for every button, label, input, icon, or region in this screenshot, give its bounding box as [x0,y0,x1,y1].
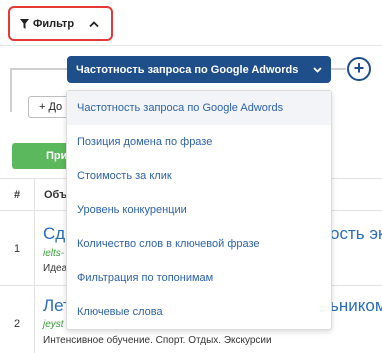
dropdown-option[interactable]: Частотность запроса по Google Adwords [67,91,331,125]
dropdown-option[interactable]: Уровень конкуренции [67,193,331,227]
column-header-object: Объ [44,189,68,201]
condition-select-value: Частотность запроса по Google Adwords [76,63,299,76]
chevron-down-icon [313,66,322,73]
builder-connector [10,68,70,70]
chevron-up-icon [89,20,99,27]
filter-button-content: Фильтр [20,18,74,30]
filter-toggle-button[interactable]: Фильтр [8,6,113,41]
add-condition-button[interactable]: + [347,57,371,81]
dropdown-option[interactable]: Позиция домена по фразе [67,125,331,159]
builder-connector [330,68,346,70]
row-number: 2 [14,318,21,330]
table-column-divider [34,179,35,353]
condition-dropdown-menu: Частотность запроса по Google Adwords По… [66,90,332,330]
column-header-number: # [14,189,21,201]
row-url: ielts- [43,248,65,259]
filter-button-label: Фильтр [33,17,75,30]
add-group-label: + До [39,101,63,113]
builder-connector [10,68,12,112]
row-description: Интенсивное обучение. Спорт. Отдых. Экск… [43,335,272,346]
plus-circle-icon: + [353,58,365,78]
dropdown-option[interactable]: Количество слов в ключевой фразе [67,227,331,261]
row-description: Идеа [43,263,68,274]
row-url: jeyst [43,319,64,330]
header-divider [0,45,382,46]
filter-icon [20,18,29,29]
row-title-link-tail[interactable]: ьником [330,296,382,316]
row-number: 1 [14,243,21,255]
condition-select[interactable]: Частотность запроса по Google Adwords [67,56,331,83]
apply-label: При [46,150,68,162]
row-title-link-tail[interactable]: ость экз [330,224,382,244]
dropdown-option[interactable]: Ключевые слова [67,295,331,329]
dropdown-option[interactable]: Фильтрация по топонимам [67,261,331,295]
dropdown-option[interactable]: Стоимость за клик [67,159,331,193]
